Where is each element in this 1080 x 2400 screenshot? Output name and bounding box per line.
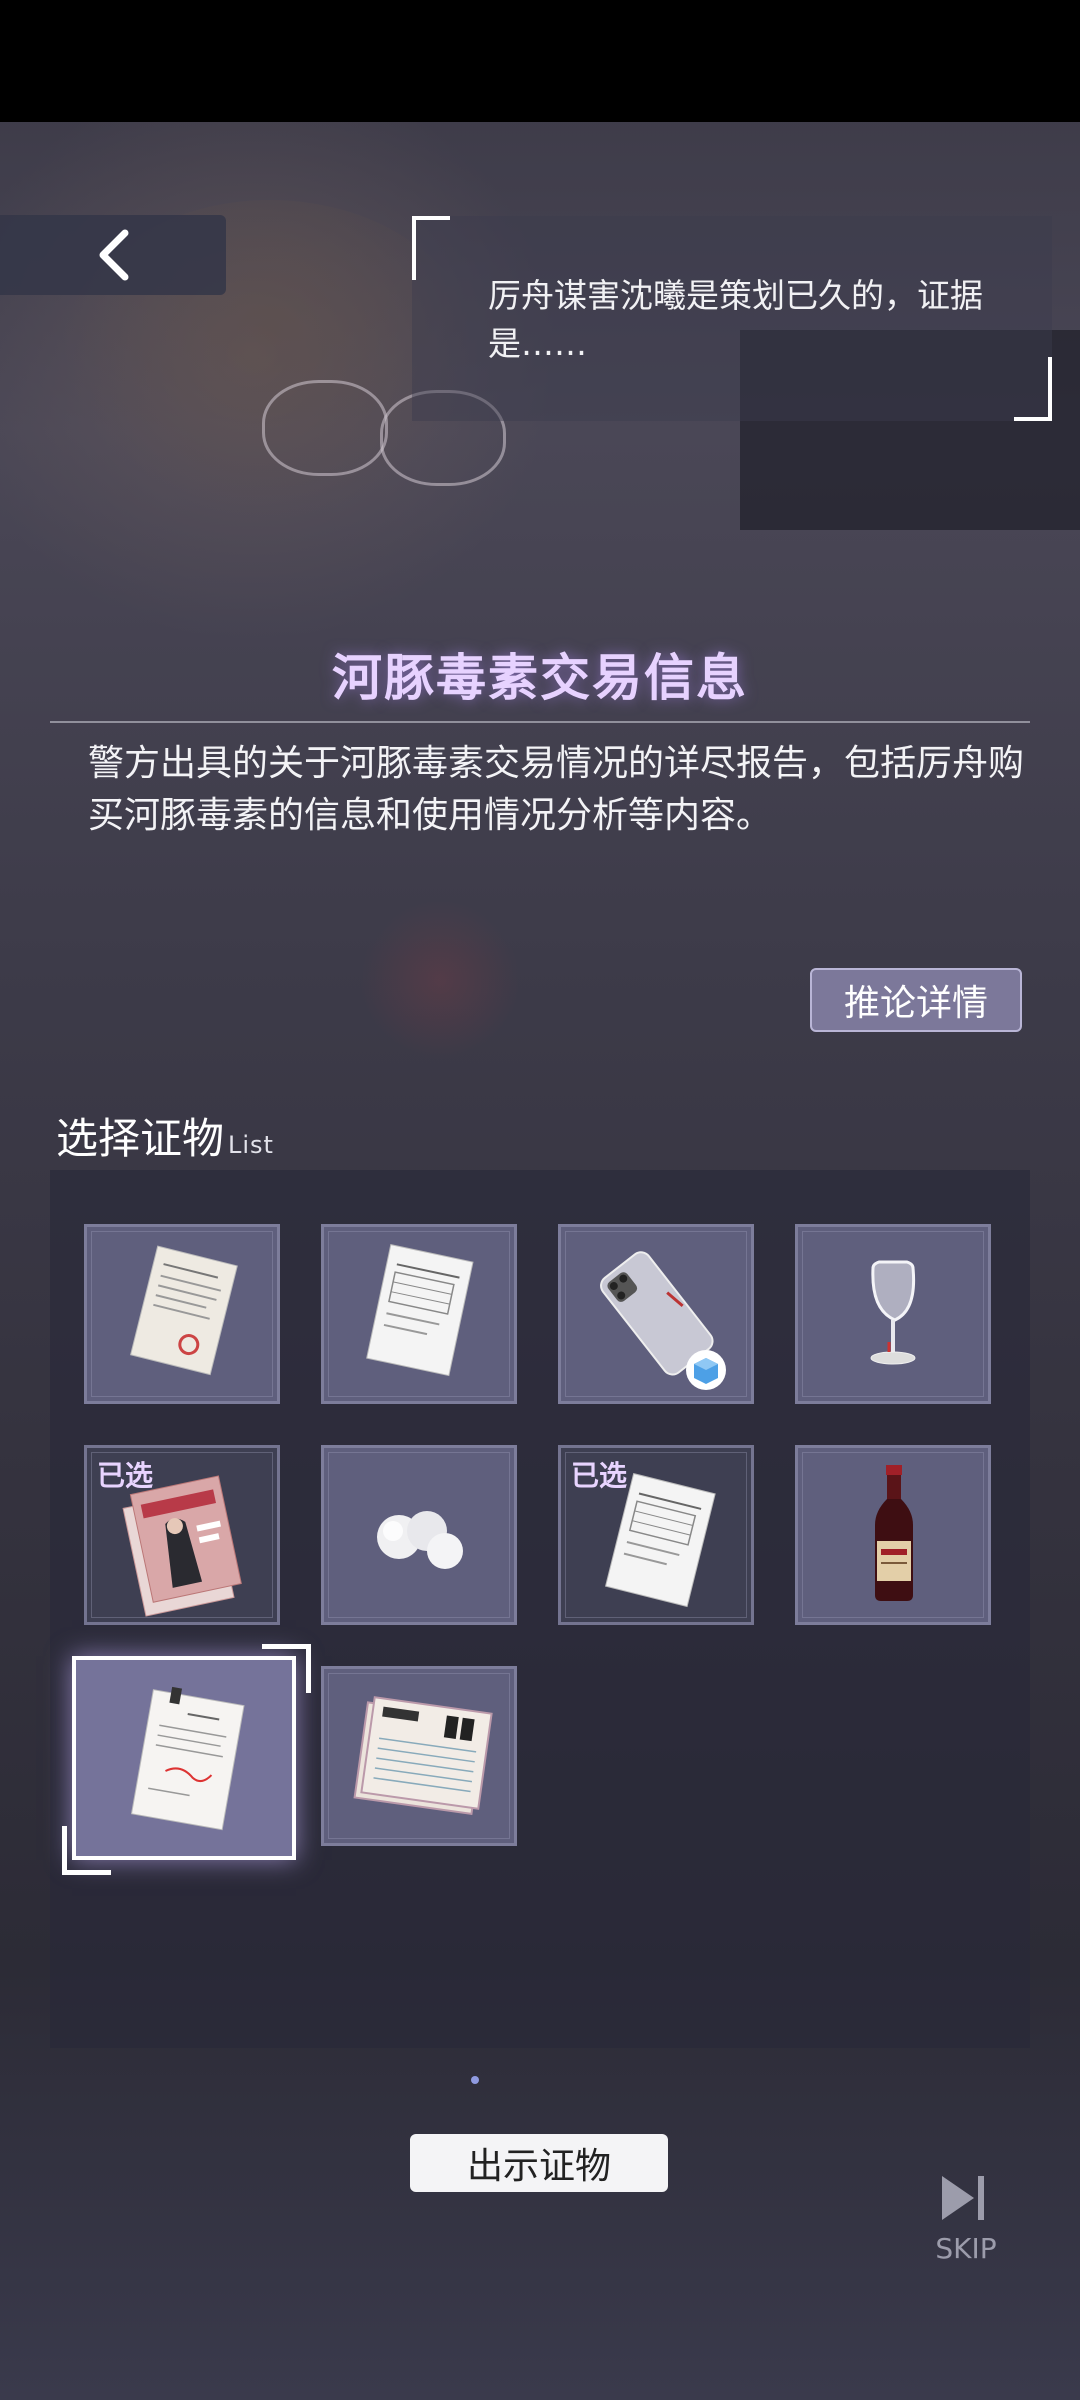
back-button[interactable] [0,215,226,295]
dialog-text: 厉舟谋害沈曦是策划已久的，证据是…… [488,276,983,363]
evidence-description: 警方出具的关于河豚毒素交易情况的详尽报告，包括厉舟购买河豚毒素的信息和使用情况分… [88,743,1025,836]
evidence-slot-report-02[interactable]: 已选 [558,1445,754,1625]
evidence-slot-cotton-balls[interactable] [321,1445,517,1625]
report-01-icon [366,1244,474,1377]
glasses-lens-left [262,380,388,476]
wine-bottle-icon [875,1465,913,1601]
evidence-slot-wine-glass[interactable] [795,1224,991,1404]
selection-corner-top-right [262,1644,311,1693]
report-02-icon [604,1472,716,1608]
chevron-left-icon [99,229,129,281]
skip-button[interactable]: SKIP [928,2162,1004,2272]
background-rose [360,900,520,1060]
evidence-slot-phone-records[interactable] [321,1666,517,1846]
magazine-icon [122,1475,242,1617]
evidence-slot-wine-bottle[interactable] [795,1445,991,1625]
3d-view-icon [686,1350,726,1390]
evidence-slot-report-01[interactable] [321,1224,517,1404]
bracket-corner-top-left [412,216,450,280]
select-evidence-sublabel: List [228,1131,274,1159]
title-divider [50,721,1030,723]
cotton-balls-icon [377,1511,463,1569]
deduction-details-button[interactable]: 推论详情 [810,968,1022,1032]
dialog-box: 厉舟谋害沈曦是策划已久的，证据是…… [412,216,1052,421]
evidence-title: 河豚毒素交易信息 [332,649,748,707]
evidence-slot-magazine[interactable]: 已选 [84,1445,280,1625]
wine-glass-icon [870,1260,916,1365]
status-bar [0,0,1080,122]
page-indicator-dot [471,2076,479,2084]
evidence-slot-letter[interactable] [84,1224,280,1404]
skip-label: SKIP [935,2232,997,2265]
evidence-slot-phone[interactable] [558,1224,754,1404]
show-evidence-button[interactable]: 出示证物 [410,2134,668,2192]
letter-document-icon [130,1245,238,1376]
select-evidence-heading: 选择证物 List [56,1105,274,1166]
skip-icon [942,2176,984,2220]
smartphone-icon [600,1251,726,1390]
select-evidence-label: 选择证物 [56,1114,225,1163]
selection-corner-bottom-left [62,1826,111,1875]
bracket-corner-bottom-right [1014,357,1052,421]
phone-records-icon [353,1696,493,1815]
